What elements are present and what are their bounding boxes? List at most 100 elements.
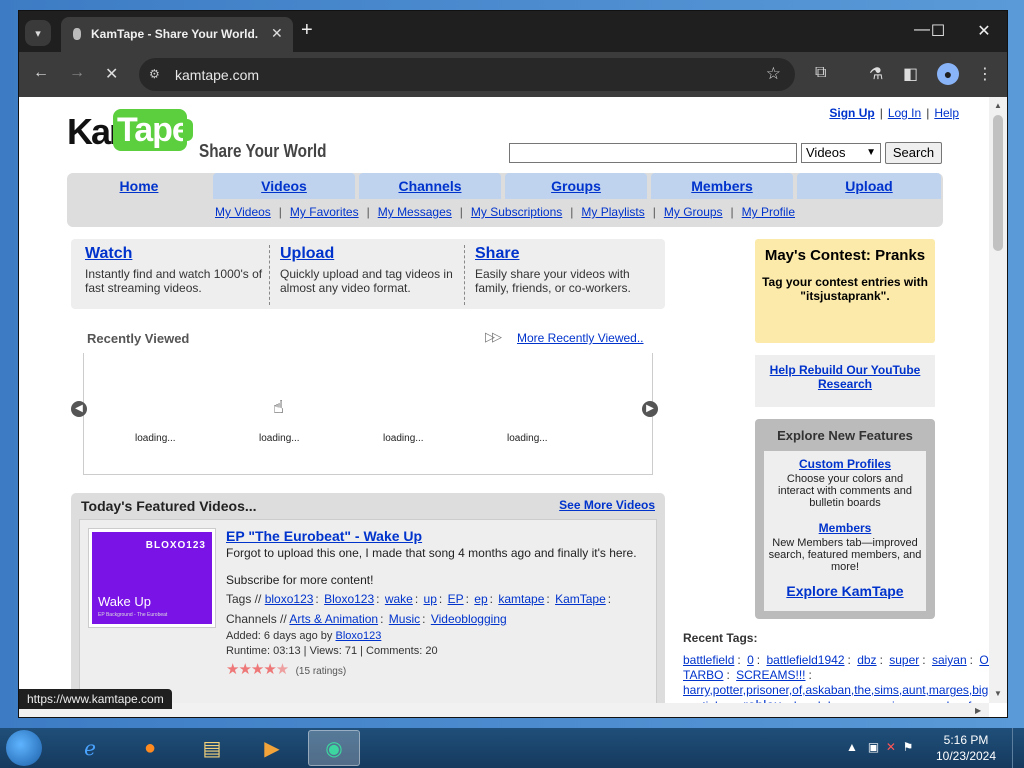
see-more-videos-link[interactable]: See More Videos: [559, 498, 655, 512]
close-window-icon[interactable]: ✕: [969, 21, 999, 41]
recent-tag-link[interactable]: battlefield: [683, 653, 734, 667]
thumb-subtitle: EP Background - The Eurobeat: [98, 612, 168, 618]
search-category-select[interactable]: Videos ▼: [801, 143, 881, 163]
tab-videos[interactable]: Videos: [213, 173, 355, 199]
subnav-my-favorites[interactable]: My Favorites: [290, 205, 359, 219]
share-link[interactable]: Share: [475, 245, 519, 262]
author-link[interactable]: Bloxo123: [335, 630, 381, 642]
back-icon[interactable]: ←: [33, 64, 49, 82]
tab-search-button[interactable]: ▾: [25, 20, 51, 46]
tags-label: Tags //: [226, 592, 262, 606]
contest-desc: Tag your contest entries with "itsjustap…: [762, 275, 928, 303]
search-button[interactable]: Search: [885, 142, 942, 164]
tag-link[interactable]: bloxo123: [265, 592, 314, 606]
tab-groups[interactable]: Groups: [505, 173, 647, 199]
tag-link[interactable]: wake: [385, 592, 413, 606]
scroll-up-icon[interactable]: ▲: [994, 101, 1002, 110]
extensions-icon[interactable]: ⧉: [815, 64, 826, 82]
sign-up-link[interactable]: Sign Up: [829, 106, 874, 120]
media-player-icon[interactable]: ▶: [246, 730, 298, 766]
recent-tag-link[interactable]: 0: [747, 653, 754, 667]
tag-link[interactable]: Bloxo123: [324, 592, 374, 606]
channel-link[interactable]: Music: [389, 612, 420, 626]
tag-link[interactable]: EP: [448, 592, 464, 606]
stop-loading-icon[interactable]: ✕: [105, 64, 118, 84]
custom-profiles-link[interactable]: Custom Profiles: [764, 457, 926, 471]
start-button[interactable]: [6, 730, 42, 766]
video-runtime: Runtime: 03:13 | Views: 71 | Comments: 2…: [226, 645, 438, 657]
internet-explorer-icon[interactable]: ℯ: [64, 730, 116, 766]
explore-kamtape-link[interactable]: Explore KamTape: [764, 583, 926, 599]
rating-stars[interactable]: ★★★★★ (15 ratings): [226, 660, 646, 678]
subnav-my-playlists[interactable]: My Playlists: [581, 205, 644, 219]
action-center-flag-icon[interactable]: ⚑: [903, 740, 914, 754]
video-title-link[interactable]: EP "The Eurobeat" - Wake Up: [226, 528, 422, 544]
maximize-icon[interactable]: ☐: [923, 21, 953, 41]
divider: [464, 245, 465, 305]
tab-members[interactable]: Members: [651, 173, 793, 199]
tag-link[interactable]: KamTape: [555, 592, 606, 606]
scrollbar-thumb[interactable]: [993, 115, 1003, 251]
video-subscribe-text: Subscribe for more content!: [226, 573, 374, 587]
profile-avatar-icon[interactable]: ●: [937, 63, 959, 85]
tag-link[interactable]: up: [424, 592, 437, 606]
subnav-my-profile[interactable]: My Profile: [742, 205, 795, 219]
tag-link[interactable]: ep: [474, 592, 487, 606]
channel-link[interactable]: Videoblogging: [431, 612, 507, 626]
forward-icon[interactable]: →: [69, 64, 85, 82]
labs-icon[interactable]: ⚗: [869, 64, 883, 84]
explore-features-box: Explore New Features Custom Profiles Cho…: [755, 419, 935, 619]
tray-expand-icon[interactable]: ▲: [846, 740, 858, 754]
browser-tab[interactable]: KamTape - Share Your World. ✕: [61, 17, 293, 52]
side-panel-icon[interactable]: ◧: [903, 64, 918, 84]
loading-text: loading...: [259, 433, 300, 444]
channel-link[interactable]: Arts & Animation: [289, 612, 378, 626]
subnav-my-groups[interactable]: My Groups: [664, 205, 723, 219]
tab-upload[interactable]: Upload: [797, 173, 941, 199]
vertical-scrollbar[interactable]: ▲ ▼: [989, 97, 1007, 703]
recent-tag-link[interactable]: battlefield1942: [766, 653, 844, 667]
video-thumbnail[interactable]: BLOXO123 Wake Up EP Background - The Eur…: [88, 528, 216, 628]
menu-dots-icon[interactable]: ⋮: [977, 64, 993, 84]
address-bar[interactable]: ⚙ kamtape.com ☆: [139, 58, 795, 91]
taskbar-clock[interactable]: 5:16 PM 10/23/2024: [930, 732, 1002, 764]
tab-home[interactable]: Home: [69, 173, 209, 199]
loading-text: loading...: [507, 433, 548, 444]
site-info-icon[interactable]: ⚙: [149, 67, 160, 81]
scroll-right-icon[interactable]: ▶: [975, 706, 981, 715]
carousel-next-icon[interactable]: ▶: [642, 401, 658, 417]
firefox-icon[interactable]: ●: [124, 730, 176, 766]
status-bar-url: https://www.kamtape.com: [19, 689, 172, 709]
upload-link[interactable]: Upload: [280, 245, 334, 262]
more-recently-viewed-link[interactable]: More Recently Viewed..: [517, 331, 644, 345]
tab-channels[interactable]: Channels: [359, 173, 501, 199]
help-link[interactable]: Help: [934, 106, 959, 120]
bookmark-star-icon[interactable]: ☆: [766, 64, 781, 84]
search-input[interactable]: [509, 143, 797, 163]
featured-video-item: BLOXO123 Wake Up EP Background - The Eur…: [79, 519, 657, 703]
recent-tag-link[interactable]: super: [889, 653, 919, 667]
recent-tag-link[interactable]: saiyan: [932, 653, 967, 667]
rebuild-link[interactable]: Help Rebuild Our YouTube Research: [770, 363, 921, 391]
network-icon[interactable]: ▣: [868, 740, 879, 754]
carousel-prev-icon[interactable]: ◀: [71, 401, 87, 417]
tag-link[interactable]: kamtape: [498, 592, 544, 606]
members-feature-link[interactable]: Members: [764, 521, 926, 535]
subnav-my-subscriptions[interactable]: My Subscriptions: [471, 205, 562, 219]
video-tags: Tags // bloxo123: Bloxo123: wake: up: EP…: [226, 592, 612, 606]
file-explorer-icon[interactable]: ▤: [186, 730, 238, 766]
chrome-app-icon[interactable]: ◉: [308, 730, 360, 766]
new-tab-button[interactable]: +: [301, 19, 313, 42]
subnav-my-videos[interactable]: My Videos: [215, 205, 271, 219]
subnav-my-messages[interactable]: My Messages: [378, 205, 452, 219]
show-desktop-button[interactable]: [1012, 728, 1024, 768]
recent-tag-link[interactable]: harry,potter,prisoner,of,askaban,the,sim…: [683, 683, 992, 697]
log-in-link[interactable]: Log In: [888, 106, 921, 120]
recent-tag-link[interactable]: dbz: [857, 653, 876, 667]
tab-close-icon[interactable]: ✕: [271, 25, 283, 42]
scroll-down-icon[interactable]: ▼: [994, 689, 1002, 698]
recent-tag-link[interactable]: SCREAMS!!!: [736, 668, 805, 682]
watch-link[interactable]: Watch: [85, 245, 132, 262]
volume-muted-icon[interactable]: ✕: [886, 740, 896, 754]
recent-tag-link[interactable]: TARBO: [683, 668, 723, 682]
